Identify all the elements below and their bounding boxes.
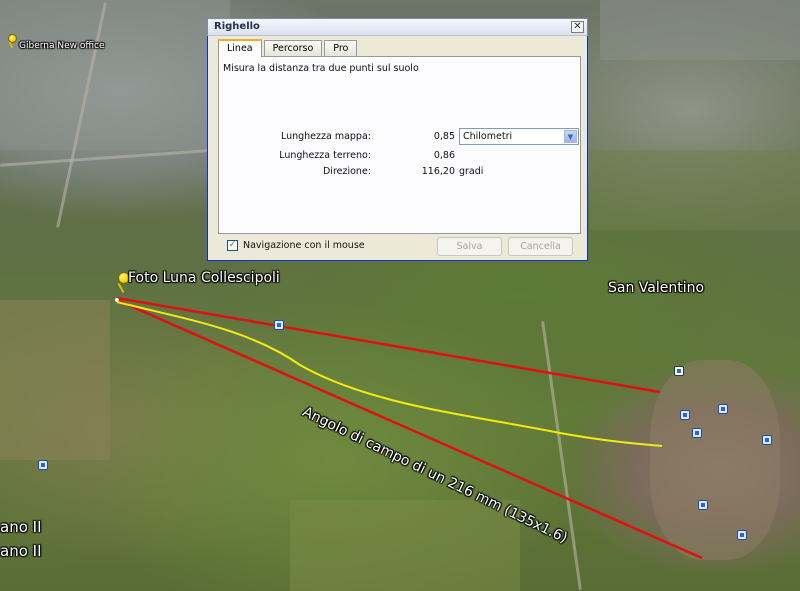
red-measure-line-upper [116,296,661,394]
heading-unit: gradi [459,166,484,177]
map-length-value: 0,85 [433,131,455,142]
save-button[interactable]: Salva [437,237,502,256]
cancel-button[interactable]: Cancella [508,237,573,256]
ground-length-value: 0,86 [433,150,455,161]
dialog-title: Righello [214,21,260,32]
map-length-label: Lunghezza mappa: [280,131,371,142]
mouse-navigation-option[interactable]: ✓ Navigazione con il mouse [227,240,365,251]
envelope-icon[interactable] [674,366,684,376]
poi-icon[interactable] [274,320,284,330]
mouse-navigation-label: Navigazione con il mouse [243,240,365,251]
units-select[interactable]: Chilometri ▼ [459,128,579,145]
left-edge-label: ano II [0,518,42,536]
chevron-down-icon[interactable]: ▼ [564,130,577,143]
mouse-navigation-checkbox[interactable]: ✓ [227,240,238,251]
description-text: Misura la distanza tra due punti sul suo… [223,63,419,74]
ruler-dialog: Righello ✕ Linea Percorso Pro Misura la … [207,18,588,261]
units-selected-value: Chilometri [463,131,513,142]
poi-icon[interactable] [692,428,702,438]
left-edge-label: ano II [0,542,42,560]
poi-icon[interactable] [762,435,772,445]
path-origin-marker [115,298,119,302]
close-button[interactable]: ✕ [571,21,584,33]
close-icon: ✕ [573,21,582,32]
tab-linea[interactable]: Linea [218,39,262,57]
linea-panel: Misura la distanza tra due punti sul suo… [218,56,581,234]
heading-label: Direzione: [322,166,371,177]
san-valentino-label: San Valentino [608,280,705,296]
yellow-path [116,301,663,447]
tab-strip: Linea Percorso Pro [218,39,359,57]
ground-length-label: Lunghezza terreno: [279,150,371,161]
poi-icon[interactable] [38,460,48,470]
tab-percorso[interactable]: Percorso [263,40,323,56]
poi-icon[interactable] [718,404,728,414]
poi-icon[interactable] [698,500,708,510]
foto-luna-label: Foto Luna Collescipoli [128,270,280,286]
giberna-label: Giberna New office [19,41,105,51]
poi-icon[interactable] [737,530,747,540]
heading-value: 116,20 [421,166,455,177]
red-measure-line-lower [116,298,703,560]
poi-icon[interactable] [680,410,690,420]
dialog-titlebar[interactable]: Righello ✕ [207,18,588,36]
tab-pro[interactable]: Pro [324,40,358,56]
